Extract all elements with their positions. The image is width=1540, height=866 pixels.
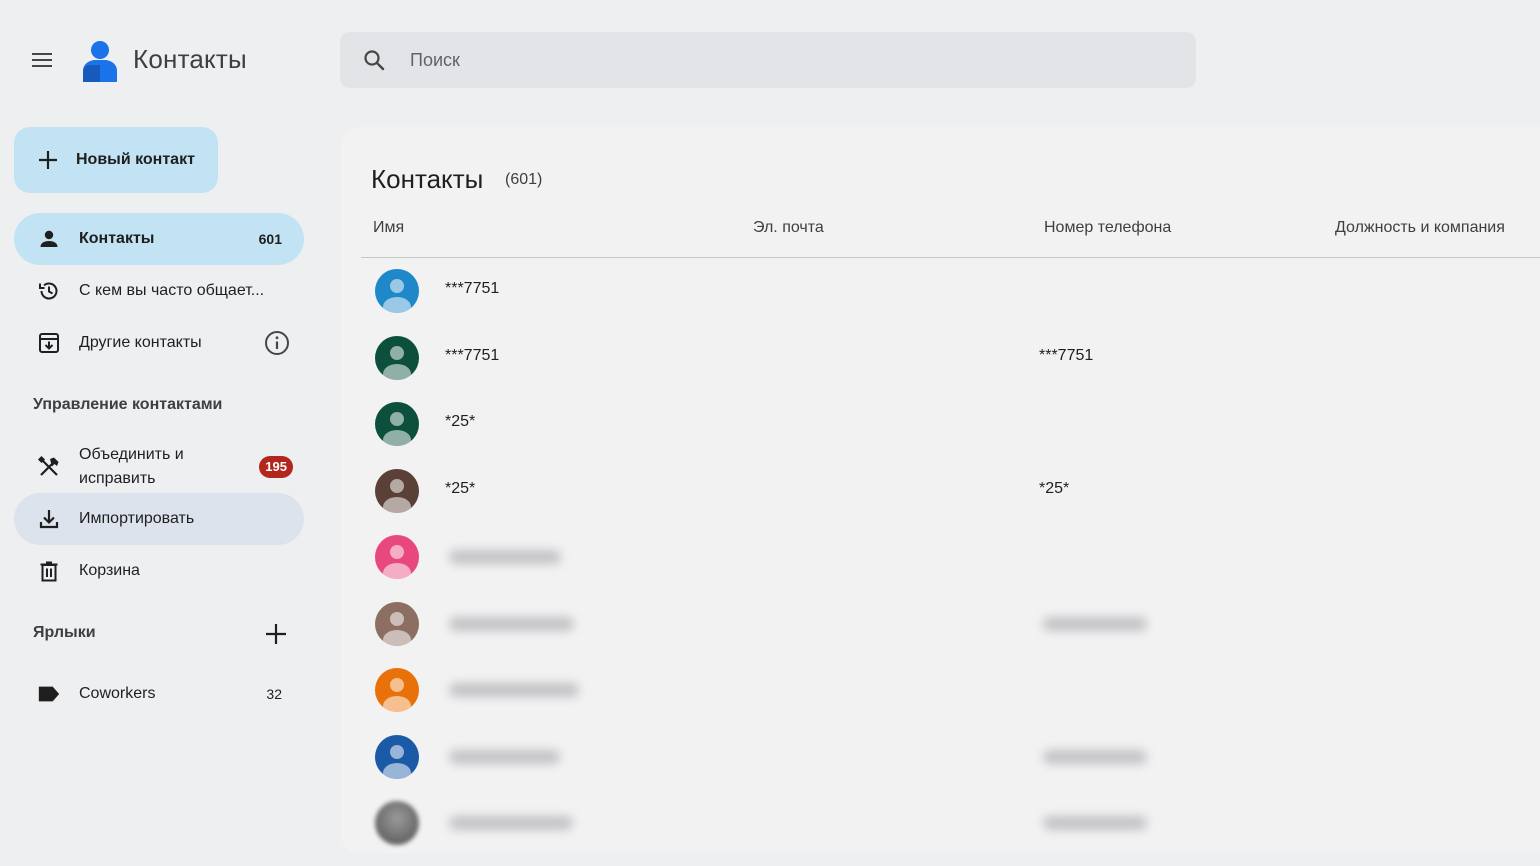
column-header-name[interactable]: Имя (373, 219, 404, 237)
history-icon (37, 279, 61, 303)
plus-icon (39, 151, 57, 169)
sidebar-item-label: Coworkers (79, 685, 156, 702)
contact-name: ***7751 (445, 280, 500, 297)
page-title: Контакты (371, 164, 484, 194)
avatar-person-icon (383, 279, 411, 313)
contacts-app: Контакты Новый контакт Контакты 601 (0, 0, 1540, 866)
blurred-phone (1043, 616, 1147, 631)
search-input[interactable] (410, 49, 1170, 71)
search-icon[interactable] (362, 48, 386, 72)
avatar (375, 335, 419, 380)
column-header-phone[interactable]: Номер телефона (1044, 219, 1171, 237)
table-row[interactable]: ***7751 (361, 258, 1540, 324)
merge-count-badge: 195 (259, 456, 293, 478)
avatar (375, 468, 419, 513)
sidebar-item-trash[interactable]: Корзина (14, 545, 304, 597)
avatar (375, 734, 419, 779)
contacts-logo-icon[interactable] (80, 38, 120, 82)
labels-section-title: Ярлыки (33, 624, 96, 641)
blurred-phone (1043, 816, 1147, 830)
table-row[interactable]: *25* *25* (361, 458, 1540, 524)
blurred-name (449, 616, 574, 631)
avatar (375, 535, 419, 579)
tools-icon (37, 455, 61, 479)
new-contact-button[interactable]: Новый контакт (14, 127, 218, 193)
sidebar-item-label-coworkers[interactable]: Coworkers 32 (14, 668, 304, 720)
label-count: 32 (266, 686, 282, 702)
avatar-person-icon (383, 545, 411, 579)
blurred-name (449, 683, 579, 697)
contact-phone: *25* (1039, 479, 1070, 497)
contact-name: *25* (445, 479, 476, 497)
sidebar-item-label: Корзина (79, 562, 140, 579)
table-row[interactable] (361, 524, 1540, 590)
merge-label-line1: Объединить и (79, 446, 184, 463)
download-icon (37, 507, 61, 531)
new-contact-label: Новый контакт (76, 151, 195, 168)
table-row[interactable] (361, 790, 1540, 856)
avatar (375, 269, 419, 313)
table-row[interactable] (361, 657, 1540, 723)
add-label-icon[interactable] (263, 621, 289, 647)
person-icon (37, 227, 61, 251)
sidebar-item-merge-fix[interactable]: Объединить и исправить 195 (14, 440, 304, 494)
sidebar-item-label: Импортировать (79, 510, 195, 527)
main-menu-button[interactable] (22, 40, 62, 80)
contact-name: ***7751 (445, 346, 500, 364)
contacts-total-count: (601) (505, 171, 543, 188)
sidebar-item-label: Объединить и исправить (79, 443, 184, 491)
search-bar[interactable] (340, 32, 1196, 88)
column-header-job-company[interactable]: Должность и компания (1335, 219, 1505, 237)
table-row[interactable] (361, 724, 1540, 790)
avatar-person-icon (383, 744, 411, 779)
sidebar-item-other-contacts[interactable]: Другие контакты (14, 317, 304, 369)
table-row[interactable]: ***7751 ***7751 (361, 325, 1540, 391)
contact-phone: ***7751 (1039, 346, 1094, 364)
merge-label-line2: исправить (79, 470, 156, 487)
table-row[interactable]: *25* (361, 391, 1540, 457)
avatar (375, 601, 419, 646)
avatar-person-icon (383, 678, 411, 712)
archive-download-icon (37, 331, 61, 355)
blurred-phone (1043, 749, 1147, 764)
avatar (375, 402, 419, 446)
avatar-person-icon (383, 478, 411, 513)
avatar (375, 668, 419, 712)
trash-icon (37, 559, 61, 583)
sidebar-item-label: С кем вы часто общает... (79, 282, 265, 299)
blurred-name (449, 550, 561, 564)
blurred-name (449, 749, 560, 764)
table-row[interactable] (361, 591, 1540, 657)
sidebar-item-frequent[interactable]: С кем вы часто общает... (14, 265, 304, 317)
sidebar-item-contacts[interactable]: Контакты 601 (14, 213, 304, 265)
contact-name: *25* (445, 413, 476, 430)
info-icon[interactable] (264, 330, 290, 356)
avatar (375, 801, 419, 845)
contacts-list-panel: Контакты (601) Имя Эл. почта Номер телеф… (341, 127, 1540, 853)
contacts-count: 601 (258, 231, 282, 247)
manage-section-title: Управление контактами (33, 396, 223, 413)
column-header-email[interactable]: Эл. почта (753, 219, 824, 237)
avatar-person-icon (383, 345, 411, 380)
label-icon (37, 682, 61, 706)
sidebar-item-label: Другие контакты (79, 334, 202, 351)
sidebar-item-import[interactable]: Импортировать (14, 493, 304, 545)
sidebar-item-label: Контакты (79, 230, 155, 247)
avatar-person-icon (383, 412, 411, 446)
blurred-name (449, 816, 573, 830)
hamburger-menu-icon (32, 53, 52, 67)
avatar-person-icon (383, 611, 411, 646)
app-title[interactable]: Контакты (133, 44, 247, 75)
